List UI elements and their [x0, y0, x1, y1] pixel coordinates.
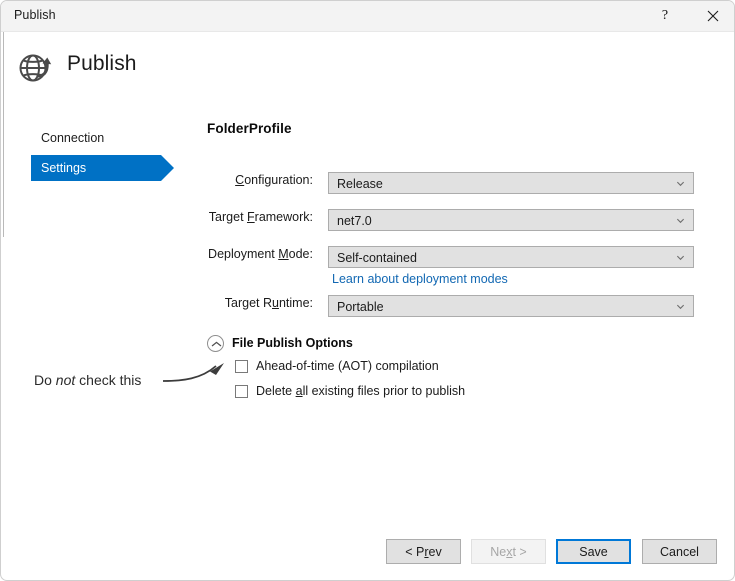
target-runtime-label: Target Runtime: [224, 296, 313, 310]
chevron-down-icon [676, 304, 685, 310]
cancel-button-label: Cancel [660, 544, 699, 559]
question-mark-icon: ? [661, 8, 669, 23]
deployment-mode-combobox[interactable]: Self-contained [328, 246, 694, 268]
chevron-down-icon [676, 181, 685, 187]
target-framework-combobox[interactable]: net7.0 [328, 209, 694, 231]
sidebar-item-connection[interactable]: Connection [31, 125, 161, 151]
publish-dialog: Publish ? Publish Connection Settings Fo… [0, 0, 735, 581]
next-button[interactable]: Next > [471, 539, 546, 564]
save-button-label: Save [579, 544, 608, 559]
window-title: Publish [14, 8, 56, 22]
aot-compilation-label: Ahead-of-time (AOT) compilation [256, 359, 439, 373]
sidebar-selected-pointer [161, 155, 174, 181]
file-publish-options-toggle[interactable] [207, 335, 224, 352]
help-button[interactable]: ? [642, 1, 688, 31]
configuration-combobox[interactable]: Release [328, 172, 694, 194]
close-icon [707, 10, 719, 22]
configuration-value: Release [337, 177, 383, 191]
learn-about-deployment-modes-link[interactable]: Learn about deployment modes [332, 272, 508, 286]
title-bar: Publish ? [1, 1, 734, 32]
target-runtime-combobox[interactable]: Portable [328, 295, 694, 317]
prev-button-label: < Prev [405, 544, 442, 559]
chevron-down-icon [676, 255, 685, 261]
chevron-down-icon [676, 218, 685, 224]
curved-arrow-icon [161, 351, 241, 396]
chevron-up-icon [211, 341, 222, 347]
annotation-text: Do not check this [34, 372, 142, 388]
sidebar-item-settings[interactable]: Settings [31, 155, 161, 181]
cancel-button[interactable]: Cancel [642, 539, 717, 564]
target-framework-label: Target Framework: [208, 210, 313, 224]
save-button[interactable]: Save [556, 539, 631, 564]
profile-name-heading: FolderProfile [207, 121, 292, 136]
publish-globe-icon [17, 49, 53, 85]
deployment-mode-value: Self-contained [337, 251, 417, 265]
page-title: Publish [67, 52, 137, 75]
window-edge-line [3, 32, 4, 237]
delete-existing-files-label: Delete all existing files prior to publi… [256, 384, 466, 398]
prev-button[interactable]: < Prev [386, 539, 461, 564]
file-publish-options-heading: File Publish Options [232, 336, 353, 350]
deployment-mode-label: Deployment Mode: [208, 247, 313, 261]
close-button[interactable] [690, 1, 734, 31]
next-button-label: Next > [490, 544, 527, 559]
target-runtime-value: Portable [337, 300, 384, 314]
target-framework-value: net7.0 [337, 214, 372, 228]
